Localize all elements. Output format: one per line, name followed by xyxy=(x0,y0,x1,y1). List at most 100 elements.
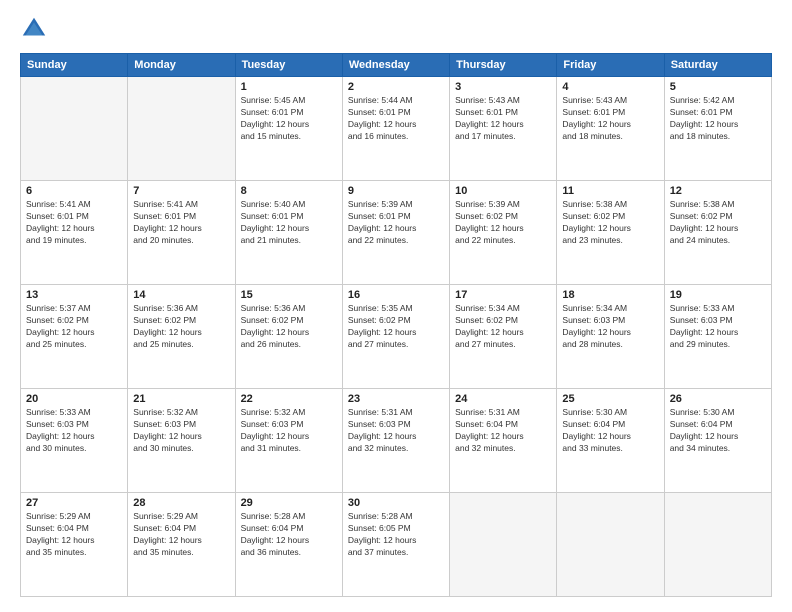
day-info: Sunrise: 5:40 AM Sunset: 6:01 PM Dayligh… xyxy=(241,199,337,247)
calendar-cell: 10 Sunrise: 5:39 AM Sunset: 6:02 PM Dayli… xyxy=(450,181,557,285)
day-info: Sunrise: 5:29 AM Sunset: 6:04 PM Dayligh… xyxy=(133,511,229,559)
logo xyxy=(20,15,52,43)
day-info: Sunrise: 5:39 AM Sunset: 6:02 PM Dayligh… xyxy=(455,199,551,247)
calendar-cell: 9 Sunrise: 5:39 AM Sunset: 6:01 PM Daylig… xyxy=(342,181,449,285)
day-number: 13 xyxy=(26,289,122,301)
calendar-cell: 14Sunrise: 5:36 AM Sunset: 6:02 PM Dayli… xyxy=(128,285,235,389)
day-number: 12 xyxy=(670,185,766,197)
calendar-cell: 18Sunrise: 5:34 AM Sunset: 6:03 PM Dayli… xyxy=(557,285,664,389)
day-info: Sunrise: 5:42 AM Sunset: 6:01 PM Dayligh… xyxy=(670,95,766,143)
day-info: Sunrise: 5:35 AM Sunset: 6:02 PM Dayligh… xyxy=(348,303,444,351)
day-info: Sunrise: 5:34 AM Sunset: 6:02 PM Dayligh… xyxy=(455,303,551,351)
logo-icon xyxy=(20,15,48,43)
day-info: Sunrise: 5:33 AM Sunset: 6:03 PM Dayligh… xyxy=(26,407,122,455)
day-number: 9 xyxy=(348,185,444,197)
week-row-4: 20 Sunrise: 5:33 AM Sunset: 6:03 PM Dayli… xyxy=(21,389,772,493)
calendar-cell: 22 Sunrise: 5:32 AM Sunset: 6:03 PM Dayli… xyxy=(235,389,342,493)
day-number: 10 xyxy=(455,185,551,197)
calendar-cell: 27 Sunrise: 5:29 AM Sunset: 6:04 PM Dayli… xyxy=(21,493,128,597)
calendar-cell: 19Sunrise: 5:33 AM Sunset: 6:03 PM Dayli… xyxy=(664,285,771,389)
calendar-cell: 12 Sunrise: 5:38 AM Sunset: 6:02 PM Dayli… xyxy=(664,181,771,285)
calendar-cell: 24Sunrise: 5:31 AM Sunset: 6:04 PM Dayli… xyxy=(450,389,557,493)
day-info: Sunrise: 5:33 AM Sunset: 6:03 PM Dayligh… xyxy=(670,303,766,351)
day-number: 6 xyxy=(26,185,122,197)
calendar-cell: 20 Sunrise: 5:33 AM Sunset: 6:03 PM Dayli… xyxy=(21,389,128,493)
calendar-cell: 3Sunrise: 5:43 AM Sunset: 6:01 PM Daylig… xyxy=(450,77,557,181)
day-number: 11 xyxy=(562,185,658,197)
day-number: 7 xyxy=(133,185,229,197)
day-info: Sunrise: 5:31 AM Sunset: 6:03 PM Dayligh… xyxy=(348,407,444,455)
calendar-cell: 16 Sunrise: 5:35 AM Sunset: 6:02 PM Dayli… xyxy=(342,285,449,389)
calendar-cell xyxy=(21,77,128,181)
calendar-cell: 25Sunrise: 5:30 AM Sunset: 6:04 PM Dayli… xyxy=(557,389,664,493)
day-number: 26 xyxy=(670,393,766,405)
day-info: Sunrise: 5:37 AM Sunset: 6:02 PM Dayligh… xyxy=(26,303,122,351)
calendar-cell: 1 Sunrise: 5:45 AM Sunset: 6:01 PM Daylig… xyxy=(235,77,342,181)
calendar-cell: 13 Sunrise: 5:37 AM Sunset: 6:02 PM Dayli… xyxy=(21,285,128,389)
day-number: 17 xyxy=(455,289,551,301)
calendar-cell: 2 Sunrise: 5:44 AM Sunset: 6:01 PM Daylig… xyxy=(342,77,449,181)
day-info: Sunrise: 5:38 AM Sunset: 6:02 PM Dayligh… xyxy=(670,199,766,247)
calendar-cell: 23 Sunrise: 5:31 AM Sunset: 6:03 PM Dayli… xyxy=(342,389,449,493)
calendar-cell: 30 Sunrise: 5:28 AM Sunset: 6:05 PM Dayli… xyxy=(342,493,449,597)
day-info: Sunrise: 5:32 AM Sunset: 6:03 PM Dayligh… xyxy=(133,407,229,455)
day-number: 22 xyxy=(241,393,337,405)
calendar-cell xyxy=(450,493,557,597)
day-number: 18 xyxy=(562,289,658,301)
day-number: 2 xyxy=(348,81,444,93)
calendar-cell: 6Sunrise: 5:41 AM Sunset: 6:01 PM Daylig… xyxy=(21,181,128,285)
day-number: 15 xyxy=(241,289,337,301)
day-number: 21 xyxy=(133,393,229,405)
weekday-header-thursday: Thursday xyxy=(450,54,557,77)
calendar-cell: 5 Sunrise: 5:42 AM Sunset: 6:01 PM Daylig… xyxy=(664,77,771,181)
calendar-cell: 15 Sunrise: 5:36 AM Sunset: 6:02 PM Dayli… xyxy=(235,285,342,389)
day-info: Sunrise: 5:45 AM Sunset: 6:01 PM Dayligh… xyxy=(241,95,337,143)
day-number: 1 xyxy=(241,81,337,93)
day-info: Sunrise: 5:31 AM Sunset: 6:04 PM Dayligh… xyxy=(455,407,551,455)
day-info: Sunrise: 5:39 AM Sunset: 6:01 PM Dayligh… xyxy=(348,199,444,247)
day-info: Sunrise: 5:28 AM Sunset: 6:05 PM Dayligh… xyxy=(348,511,444,559)
day-info: Sunrise: 5:41 AM Sunset: 6:01 PM Dayligh… xyxy=(133,199,229,247)
day-number: 28 xyxy=(133,497,229,509)
day-number: 5 xyxy=(670,81,766,93)
day-number: 8 xyxy=(241,185,337,197)
weekday-header-sunday: Sunday xyxy=(21,54,128,77)
day-number: 29 xyxy=(241,497,337,509)
day-info: Sunrise: 5:44 AM Sunset: 6:01 PM Dayligh… xyxy=(348,95,444,143)
day-info: Sunrise: 5:36 AM Sunset: 6:02 PM Dayligh… xyxy=(241,303,337,351)
day-info: Sunrise: 5:43 AM Sunset: 6:01 PM Dayligh… xyxy=(562,95,658,143)
calendar-cell: 29 Sunrise: 5:28 AM Sunset: 6:04 PM Dayli… xyxy=(235,493,342,597)
calendar-cell: 26 Sunrise: 5:30 AM Sunset: 6:04 PM Dayli… xyxy=(664,389,771,493)
calendar-cell: 11Sunrise: 5:38 AM Sunset: 6:02 PM Dayli… xyxy=(557,181,664,285)
weekday-header-friday: Friday xyxy=(557,54,664,77)
day-info: Sunrise: 5:36 AM Sunset: 6:02 PM Dayligh… xyxy=(133,303,229,351)
day-number: 25 xyxy=(562,393,658,405)
day-info: Sunrise: 5:29 AM Sunset: 6:04 PM Dayligh… xyxy=(26,511,122,559)
day-number: 30 xyxy=(348,497,444,509)
day-number: 23 xyxy=(348,393,444,405)
day-number: 20 xyxy=(26,393,122,405)
day-number: 16 xyxy=(348,289,444,301)
day-number: 27 xyxy=(26,497,122,509)
calendar-cell: 7 Sunrise: 5:41 AM Sunset: 6:01 PM Daylig… xyxy=(128,181,235,285)
day-info: Sunrise: 5:32 AM Sunset: 6:03 PM Dayligh… xyxy=(241,407,337,455)
day-info: Sunrise: 5:28 AM Sunset: 6:04 PM Dayligh… xyxy=(241,511,337,559)
calendar-cell: 8 Sunrise: 5:40 AM Sunset: 6:01 PM Daylig… xyxy=(235,181,342,285)
week-row-5: 27 Sunrise: 5:29 AM Sunset: 6:04 PM Dayli… xyxy=(21,493,772,597)
week-row-1: 1 Sunrise: 5:45 AM Sunset: 6:01 PM Daylig… xyxy=(21,77,772,181)
calendar-table: SundayMondayTuesdayWednesdayThursdayFrid… xyxy=(20,53,772,597)
calendar-cell xyxy=(557,493,664,597)
weekday-header-wednesday: Wednesday xyxy=(342,54,449,77)
calendar-cell: 21 Sunrise: 5:32 AM Sunset: 6:03 PM Dayli… xyxy=(128,389,235,493)
calendar-cell: 4Sunrise: 5:43 AM Sunset: 6:01 PM Daylig… xyxy=(557,77,664,181)
header xyxy=(20,15,772,43)
calendar-cell: 17 Sunrise: 5:34 AM Sunset: 6:02 PM Dayli… xyxy=(450,285,557,389)
weekday-header-row: SundayMondayTuesdayWednesdayThursdayFrid… xyxy=(21,54,772,77)
calendar-cell xyxy=(128,77,235,181)
day-info: Sunrise: 5:30 AM Sunset: 6:04 PM Dayligh… xyxy=(670,407,766,455)
page: SundayMondayTuesdayWednesdayThursdayFrid… xyxy=(0,0,792,612)
week-row-3: 13 Sunrise: 5:37 AM Sunset: 6:02 PM Dayli… xyxy=(21,285,772,389)
weekday-header-monday: Monday xyxy=(128,54,235,77)
calendar-cell xyxy=(664,493,771,597)
week-row-2: 6 Sunrise: 5:41 AM Sunset: 6:01 PM Daylig… xyxy=(21,181,772,285)
